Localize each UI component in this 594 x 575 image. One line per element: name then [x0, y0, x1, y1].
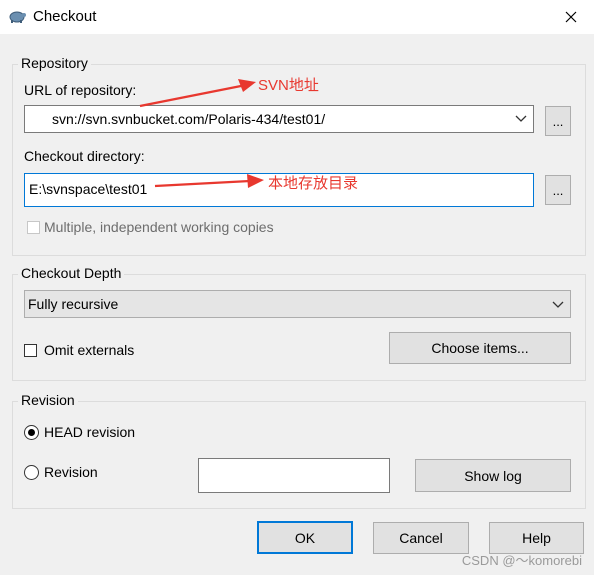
url-label: URL of repository: [24, 82, 137, 98]
head-revision-radio[interactable] [24, 425, 39, 440]
local-dir-annotation: 本地存放目录 [268, 175, 359, 192]
window-title: Checkout [33, 8, 97, 25]
tortoise-icon [9, 11, 26, 23]
ok-button[interactable]: OK [257, 521, 353, 554]
cancel-button[interactable]: Cancel [373, 522, 469, 554]
chevron-down-icon[interactable] [515, 114, 527, 124]
choose-items-button[interactable]: Choose items... [389, 332, 571, 364]
close-icon [565, 11, 577, 23]
omit-externals-label: Omit externals [44, 342, 135, 358]
repository-group-label: Repository [18, 55, 91, 71]
checkout-dir-value: E:\svnspace\test01 [29, 181, 148, 197]
url-value: svn://svn.svnbucket.com/Polaris-434/test… [52, 111, 326, 127]
browse-dir-button[interactable]: ... [545, 175, 571, 205]
multiple-copies-checkbox[interactable] [27, 221, 40, 234]
checkout-dir-label: Checkout directory: [24, 148, 145, 164]
multiple-copies-label: Multiple, independent working copies [44, 219, 274, 235]
revision-input[interactable] [198, 458, 390, 493]
depth-dropdown[interactable]: Fully recursive [24, 290, 571, 318]
browse-url-button[interactable]: ... [545, 106, 571, 136]
show-log-button[interactable]: Show log [415, 459, 571, 492]
chevron-down-icon [552, 301, 564, 308]
head-revision-label: HEAD revision [44, 424, 136, 440]
revision-radio[interactable] [24, 465, 39, 480]
depth-selected: Fully recursive [28, 296, 119, 312]
title-bar: Checkout [0, 0, 594, 34]
omit-externals-checkbox[interactable] [24, 344, 37, 357]
checkout-depth-group-label: Checkout Depth [18, 265, 125, 281]
revision-label: Revision [44, 464, 98, 480]
url-combobox[interactable]: svn://svn.svnbucket.com/Polaris-434/test… [24, 105, 534, 133]
revision-group-label: Revision [18, 392, 78, 408]
svn-address-annotation: SVN地址 [258, 77, 319, 94]
watermark: CSDN @～komorebi [461, 553, 582, 568]
close-button[interactable] [548, 0, 594, 34]
